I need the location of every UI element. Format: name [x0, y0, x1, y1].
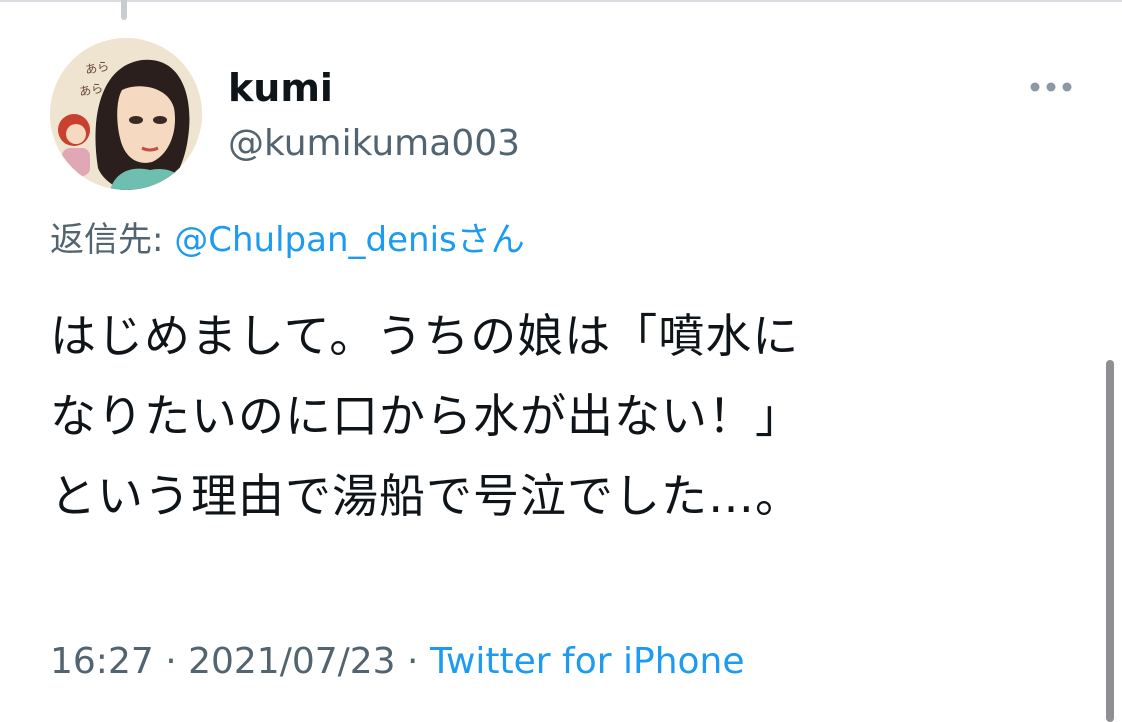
tweet-source-link[interactable]: Twitter for iPhone	[430, 641, 745, 682]
tweet-text-line: という理由で湯船で号泣でした…。	[50, 469, 802, 523]
scrollbar[interactable]	[1106, 360, 1114, 722]
tweet-date[interactable]: 2021/07/23	[188, 641, 396, 682]
meta-separator: ·	[395, 641, 430, 682]
user-handle[interactable]: @kumikuma003	[228, 122, 520, 166]
tweet-time[interactable]: 16:27	[50, 641, 154, 682]
replying-to: 返信先: @Chulpan_denisさん	[50, 218, 525, 262]
reply-prefix: 返信先:	[50, 220, 175, 260]
thread-connector-line	[121, 0, 127, 20]
tweet-metadata: 16:27 · 2021/07/23 · Twitter for iPhone	[50, 638, 745, 686]
tweet-text: はじめまして。うちの娘は「噴水に なりたいのに口から水が出ない！」 という理由で…	[50, 296, 1070, 536]
meta-separator: ·	[153, 641, 189, 682]
tweet-text-line: なりたいのに口から水が出ない！」	[50, 389, 802, 443]
more-options-button[interactable]	[1024, 72, 1078, 102]
top-divider	[0, 0, 1122, 2]
avatar[interactable]: あら あら	[50, 38, 202, 190]
reply-mention-link[interactable]: @Chulpan_denisさん	[174, 220, 524, 260]
avatar-illustration: あら あら	[50, 38, 202, 190]
more-horizontal-icon	[1030, 82, 1072, 92]
display-name[interactable]: kumi	[228, 66, 333, 110]
tweet-text-line: はじめまして。うちの娘は「噴水に	[50, 309, 800, 363]
